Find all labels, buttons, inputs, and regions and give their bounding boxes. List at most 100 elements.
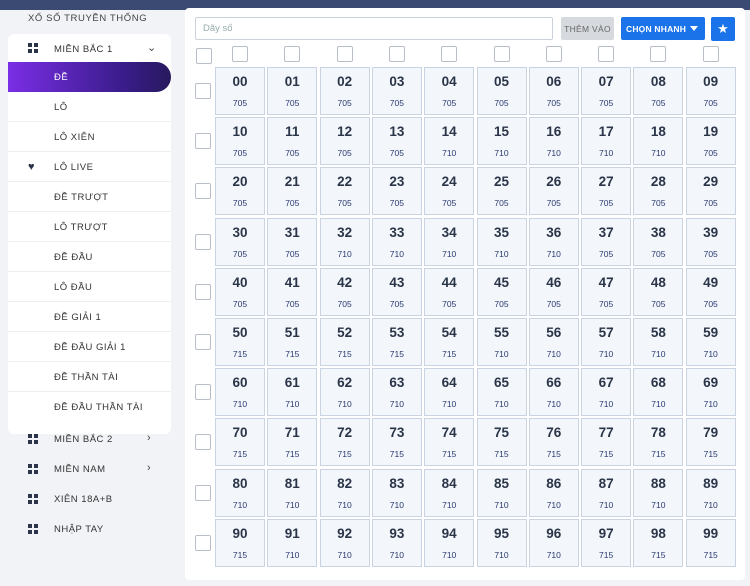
number-cell[interactable]: 25 705 xyxy=(476,167,527,216)
number-cell[interactable]: 45 705 xyxy=(476,267,527,316)
sidebar-item[interactable]: MIỀN NAM › xyxy=(8,454,171,484)
row-checkbox[interactable] xyxy=(195,384,211,401)
column-checkbox[interactable] xyxy=(702,46,719,62)
number-cell[interactable]: 01 705 xyxy=(267,67,318,115)
number-cell[interactable]: 35 710 xyxy=(476,217,527,266)
number-cell[interactable]: 53 715 xyxy=(371,318,422,366)
number-cell[interactable]: 03 705 xyxy=(371,67,422,115)
number-cell[interactable]: 19 705 xyxy=(685,117,736,166)
number-cell[interactable]: 23 705 xyxy=(371,167,422,216)
number-cell[interactable]: 74 715 xyxy=(424,418,475,467)
number-cell[interactable]: 12 705 xyxy=(319,117,370,166)
number-cell[interactable]: 95 710 xyxy=(476,518,527,567)
number-cell[interactable]: 18 710 xyxy=(633,117,684,166)
number-cell[interactable]: 10 705 xyxy=(215,117,265,166)
number-cell[interactable]: 41 705 xyxy=(267,267,318,316)
number-cell[interactable]: 66 710 xyxy=(528,368,579,417)
number-cell[interactable]: 70 715 xyxy=(215,418,265,467)
number-cell[interactable]: 62 710 xyxy=(319,368,370,417)
number-cell[interactable]: 30 705 xyxy=(215,217,265,266)
number-cell[interactable]: 69 710 xyxy=(685,368,736,417)
number-cell[interactable]: 71 715 xyxy=(267,418,318,467)
row-checkbox[interactable] xyxy=(195,233,211,250)
column-checkbox[interactable] xyxy=(388,46,405,62)
number-cell[interactable]: 37 705 xyxy=(581,217,632,266)
row-checkbox[interactable] xyxy=(195,334,211,350)
number-cell[interactable]: 93 710 xyxy=(371,518,422,567)
number-cell[interactable]: 15 710 xyxy=(476,117,527,166)
number-cell[interactable]: 80 710 xyxy=(215,468,265,517)
number-cell[interactable]: 92 710 xyxy=(319,518,370,567)
column-checkbox[interactable] xyxy=(284,46,301,62)
sidebar-item[interactable]: XIÊN 18A+B xyxy=(8,484,171,514)
number-cell[interactable]: 47 705 xyxy=(581,267,632,316)
number-cell[interactable]: 58 710 xyxy=(633,318,684,366)
number-cell[interactable]: 61 710 xyxy=(267,368,318,417)
sidebar-item[interactable]: LÔ ĐẦU xyxy=(8,272,171,302)
number-cell[interactable]: 22 705 xyxy=(319,167,370,216)
number-cell[interactable]: 96 710 xyxy=(528,518,579,567)
number-cell[interactable]: 49 705 xyxy=(685,267,736,316)
number-cell[interactable]: 56 710 xyxy=(528,318,579,366)
column-checkbox[interactable] xyxy=(545,46,562,62)
sidebar-item[interactable]: ĐỀ THẦN TÀI xyxy=(8,362,171,392)
number-cell[interactable]: 39 705 xyxy=(685,217,736,266)
number-cell[interactable]: 51 715 xyxy=(267,318,318,366)
number-cell[interactable]: 72 715 xyxy=(319,418,370,467)
quick-select-button[interactable]: CHỌN NHANH xyxy=(621,17,705,40)
sidebar-item[interactable]: MIỀN BẮC 2 › xyxy=(8,424,171,454)
number-cell[interactable]: 64 710 xyxy=(424,368,475,417)
number-cell[interactable]: 99 715 xyxy=(685,518,736,567)
number-cell[interactable]: 08 705 xyxy=(633,67,684,115)
sidebar-item[interactable]: ĐỀ TRƯỢT xyxy=(8,182,171,212)
number-cell[interactable]: 36 710 xyxy=(528,217,579,266)
number-cell[interactable]: 86 710 xyxy=(528,468,579,517)
number-cell[interactable]: 27 705 xyxy=(581,167,632,216)
sidebar-group-header[interactable]: MIỀN BẮC 1 ⌄ xyxy=(8,34,171,62)
number-cell[interactable]: 59 710 xyxy=(685,318,736,366)
number-cell[interactable]: 42 705 xyxy=(319,267,370,316)
sidebar-item[interactable]: ĐỀ ĐẦU xyxy=(8,242,171,272)
number-cell[interactable]: 32 710 xyxy=(319,217,370,266)
sidebar-item[interactable]: ĐỀ GIẢI 1 xyxy=(8,302,171,332)
number-cell[interactable]: 84 710 xyxy=(424,468,475,517)
number-cell[interactable]: 89 710 xyxy=(685,468,736,517)
number-cell[interactable]: 29 705 xyxy=(685,167,736,216)
number-cell[interactable]: 16 710 xyxy=(528,117,579,166)
number-cell[interactable]: 68 710 xyxy=(633,368,684,417)
number-cell[interactable]: 78 715 xyxy=(633,418,684,467)
number-cell[interactable]: 06 705 xyxy=(528,67,579,115)
number-cell[interactable]: 00 705 xyxy=(215,67,265,115)
row-checkbox[interactable] xyxy=(195,534,211,551)
number-cell[interactable]: 65 710 xyxy=(476,368,527,417)
number-cell[interactable]: 28 705 xyxy=(633,167,684,216)
row-checkbox[interactable] xyxy=(195,283,211,300)
number-cell[interactable]: 52 715 xyxy=(319,318,370,366)
number-cell[interactable]: 31 705 xyxy=(267,217,318,266)
column-checkbox[interactable] xyxy=(441,46,458,62)
column-checkbox[interactable] xyxy=(650,46,667,62)
number-cell[interactable]: 75 715 xyxy=(476,418,527,467)
number-cell[interactable]: 46 705 xyxy=(528,267,579,316)
number-cell[interactable]: 14 710 xyxy=(424,117,475,166)
number-cell[interactable]: 05 705 xyxy=(476,67,527,115)
column-checkbox[interactable] xyxy=(336,46,353,62)
add-button[interactable]: THÊM VÀO xyxy=(561,17,614,40)
number-cell[interactable]: 77 715 xyxy=(581,418,632,467)
number-cell[interactable]: 85 710 xyxy=(476,468,527,517)
row-checkbox[interactable] xyxy=(195,83,211,99)
sidebar-item[interactable]: NHẬP TAY xyxy=(8,514,171,544)
number-cell[interactable]: 79 715 xyxy=(685,418,736,467)
number-cell[interactable]: 50 715 xyxy=(215,318,265,366)
number-cell[interactable]: 33 710 xyxy=(371,217,422,266)
number-cell[interactable]: 55 710 xyxy=(476,318,527,366)
sidebar-item[interactable]: LÔ xyxy=(8,92,171,122)
row-checkbox[interactable] xyxy=(195,434,211,451)
sidebar-item[interactable]: ĐỀ ĐẦU GIẢI 1 xyxy=(8,332,171,362)
number-cell[interactable]: 54 715 xyxy=(424,318,475,366)
number-cell[interactable]: 87 710 xyxy=(581,468,632,517)
row-checkbox[interactable] xyxy=(195,183,211,200)
number-cell[interactable]: 43 705 xyxy=(371,267,422,316)
number-cell[interactable]: 40 705 xyxy=(215,267,265,316)
number-cell[interactable]: 60 710 xyxy=(215,368,265,417)
